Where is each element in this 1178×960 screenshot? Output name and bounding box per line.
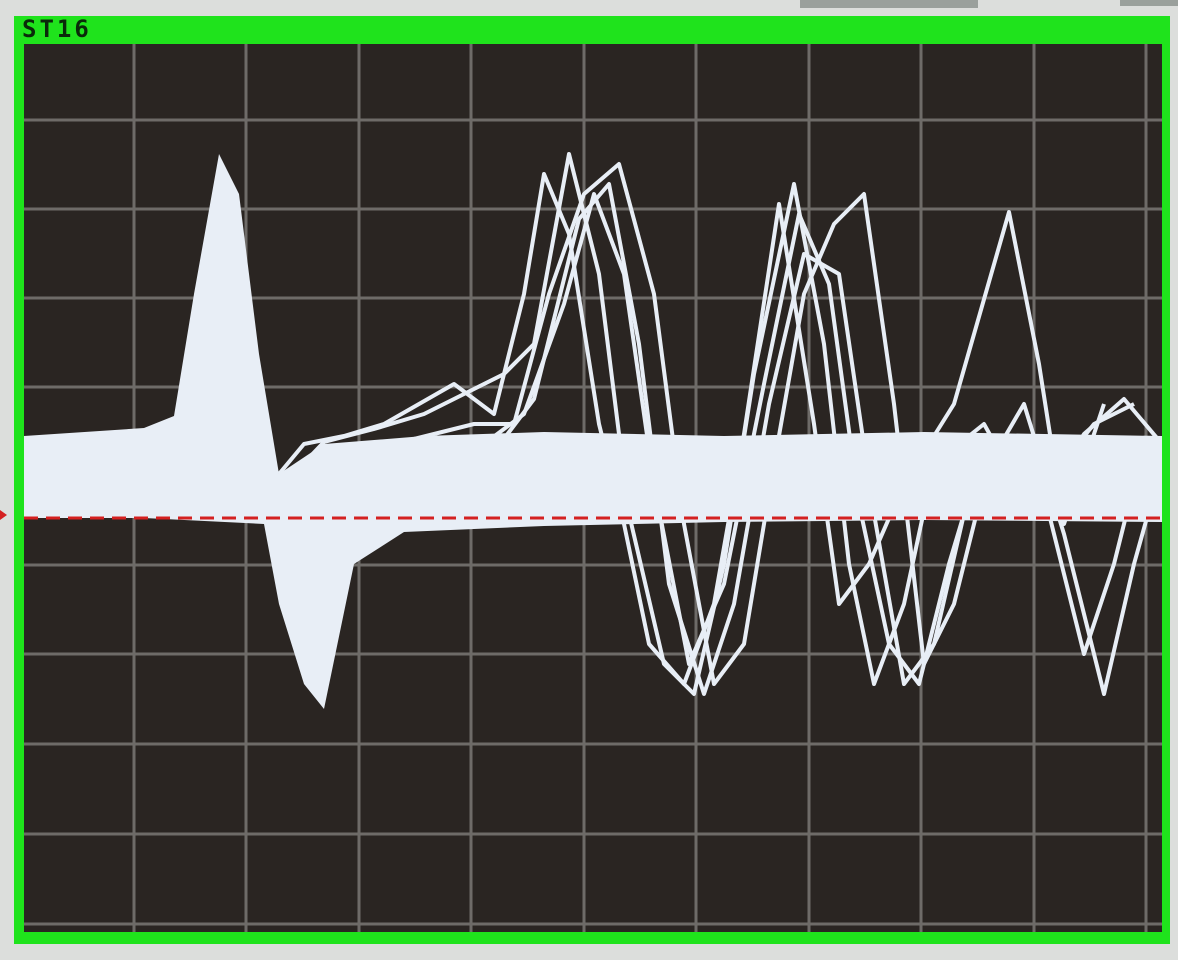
signal-envelope [24, 154, 1162, 709]
top-bezel-mark-right [1120, 0, 1178, 6]
channel-label: ST16 [22, 15, 92, 43]
oscilloscope-screen: ST16 [0, 0, 1178, 960]
waveform-display [24, 44, 1162, 932]
waveform-traces [24, 152, 1162, 709]
waveform-plot [24, 44, 1162, 932]
trigger-level-arrow-icon [0, 510, 7, 520]
waveform-trace [292, 162, 1162, 696]
top-bezel-mark [800, 0, 978, 8]
